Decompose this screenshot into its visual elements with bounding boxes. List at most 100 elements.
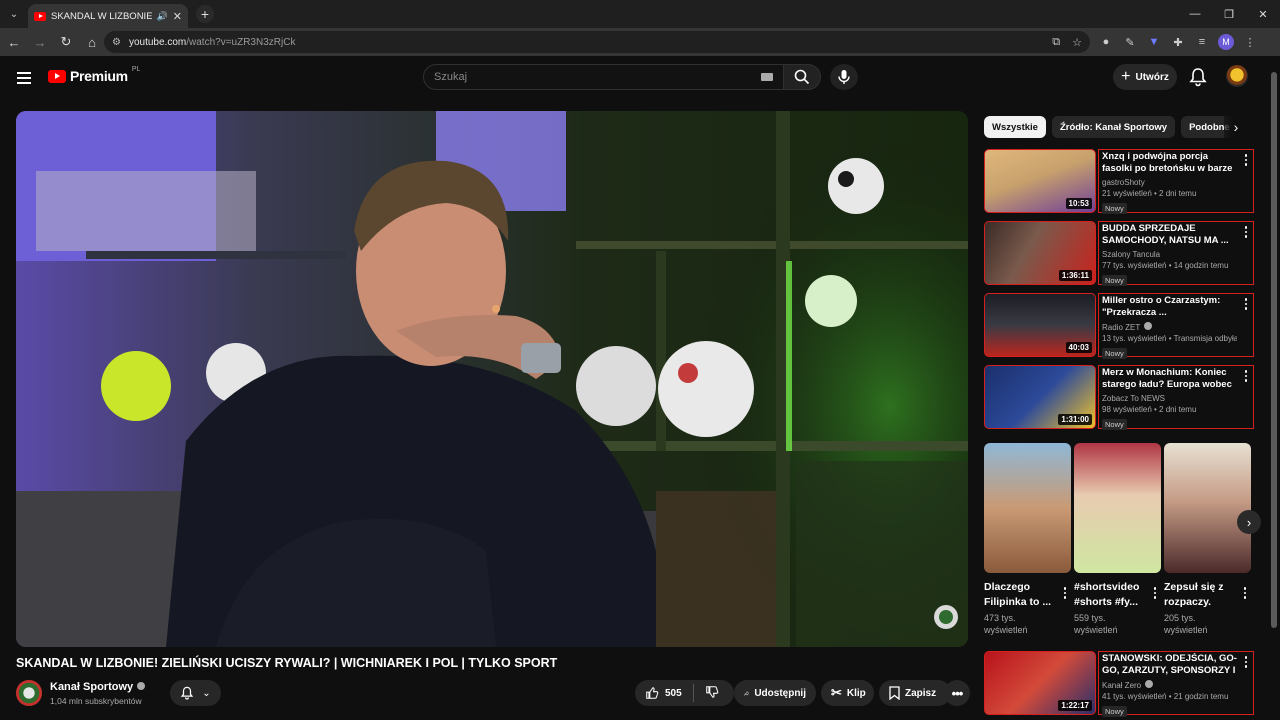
- page-scrollbar[interactable]: [1268, 56, 1280, 720]
- bookmark-icon: [889, 686, 900, 700]
- more-options-icon[interactable]: [1241, 586, 1249, 600]
- back-button[interactable]: ←: [2, 30, 26, 54]
- youtube-logo[interactable]: Premium PL: [48, 66, 140, 84]
- new-tab-button[interactable]: +: [196, 5, 214, 23]
- youtube-favicon-icon: [34, 11, 46, 21]
- home-button[interactable]: ⌂: [80, 30, 104, 54]
- dislike-button[interactable]: [705, 685, 719, 702]
- recommendation-title[interactable]: Xnzq i podwójna porcja fasolki po bretoń…: [1102, 151, 1237, 175]
- subscriber-count: 1,04 mln subskrybentów: [50, 696, 142, 706]
- more-options-icon[interactable]: [1242, 297, 1250, 311]
- recommendation-channel[interactable]: Kanał Zero: [1102, 680, 1237, 690]
- minimize-button[interactable]: —: [1178, 0, 1212, 28]
- like-button[interactable]: 505: [645, 686, 682, 700]
- short-title[interactable]: Zepsuł się z rozpaczy.: [1164, 580, 1236, 610]
- share-button[interactable]: Udostępnij: [734, 680, 816, 706]
- audio-playing-icon[interactable]: 🔊: [157, 11, 168, 22]
- recommendation-thumbnail[interactable]: 40:03: [984, 293, 1096, 357]
- recommendation-item[interactable]: 1:31:00 Merz w Monachium: Koniec starego…: [984, 365, 1254, 430]
- short-item[interactable]: Dlaczego Filipinka to ... 473 tys. wyświ…: [984, 443, 1071, 636]
- recommendation-thumbnail[interactable]: 10:53: [984, 149, 1096, 213]
- site-info-icon[interactable]: ⚙: [112, 37, 121, 48]
- more-options-icon[interactable]: [1061, 586, 1069, 600]
- browser-menu-icon[interactable]: ⋮: [1242, 34, 1258, 50]
- search-button[interactable]: [783, 64, 821, 90]
- more-options-icon[interactable]: [1151, 586, 1159, 600]
- more-actions-button[interactable]: •••: [944, 680, 970, 706]
- restore-button[interactable]: ❐: [1212, 0, 1246, 28]
- clip-label: Klip: [846, 687, 866, 699]
- recommendation-thumbnail[interactable]: 1:36:11: [984, 221, 1096, 285]
- notifications-bell-icon[interactable]: [1188, 67, 1208, 87]
- recommendation-item[interactable]: 1:22:17 STANOWSKI: ODEJŚCIA, GO-GO, ZARZ…: [984, 651, 1254, 717]
- recommendation-details: Merz w Monachium: Koniec starego ładu? E…: [1098, 365, 1254, 430]
- open-in-app-icon[interactable]: ⧉: [1052, 36, 1060, 49]
- recommendation-title[interactable]: STANOWSKI: ODEJŚCIA, GO-GO, ZARZUTY, SPO…: [1102, 653, 1237, 677]
- channel-avatar[interactable]: [16, 680, 42, 706]
- short-thumbnail[interactable]: [1074, 443, 1161, 573]
- recommendation-details: Miller ostro o Czarzastym: "Przekracza .…: [1098, 293, 1254, 359]
- tab-close-icon[interactable]: ✕: [173, 10, 182, 23]
- save-button[interactable]: Zapisz: [879, 680, 951, 706]
- short-item[interactable]: Zepsuł się z rozpaczy. 205 tys. wyświetl…: [1164, 443, 1251, 636]
- recommendation-title[interactable]: Merz w Monachium: Koniec starego ładu? E…: [1102, 367, 1237, 391]
- chevron-down-icon: ⌄: [202, 687, 211, 699]
- recommendation-item[interactable]: 40:03 Miller ostro o Czarzastym: "Przekr…: [984, 293, 1254, 359]
- chips-next-arrow-icon[interactable]: ›: [1224, 116, 1248, 138]
- keyboard-icon[interactable]: [761, 73, 773, 81]
- like-count: 505: [665, 687, 682, 699]
- recommendation-channel[interactable]: gastroShoty: [1102, 178, 1237, 187]
- extensions-area: ● ✎ ▼ ✚ ≡ M ⋮: [1098, 30, 1258, 54]
- short-views: 205 tys. wyświetleń: [1164, 613, 1208, 635]
- short-thumbnail[interactable]: [984, 443, 1071, 573]
- chip-all[interactable]: Wszystkie: [984, 116, 1046, 138]
- recommendation-thumbnail[interactable]: 1:31:00: [984, 365, 1096, 429]
- recommendation-title[interactable]: BUDDA SPRZEDAJE SAMOCHODY, NATSU MA ...: [1102, 223, 1237, 247]
- profile-avatar[interactable]: M: [1218, 34, 1234, 50]
- menu-icon[interactable]: [14, 68, 34, 88]
- scrollbar-thumb[interactable]: [1271, 72, 1277, 628]
- video-player[interactable]: [16, 111, 968, 647]
- search-input[interactable]: Szukaj: [423, 64, 784, 90]
- bookmark-star-icon[interactable]: ☆: [1072, 36, 1082, 49]
- more-options-icon[interactable]: [1242, 225, 1250, 239]
- close-window-button[interactable]: ✕: [1246, 0, 1280, 28]
- extension-3-icon[interactable]: ▼: [1146, 34, 1162, 50]
- short-title[interactable]: Dlaczego Filipinka to ...: [984, 580, 1056, 610]
- reload-button[interactable]: ↻: [54, 30, 78, 54]
- shorts-next-arrow-icon[interactable]: ›: [1237, 510, 1261, 534]
- chip-from-channel[interactable]: Źródło: Kanał Sportowy: [1051, 116, 1176, 138]
- address-bar[interactable]: ⚙ youtube.com/watch?v=uZR3N3zRjCk ⧉ ☆: [104, 31, 1090, 53]
- video-title: SKANDAL W LIZBONIE! ZIELIŃSKI UCISZY RYW…: [16, 656, 558, 670]
- recommendation-thumbnail[interactable]: 1:22:17: [984, 651, 1096, 715]
- more-horizontal-icon: •••: [951, 685, 964, 701]
- recommendation-title[interactable]: Miller ostro o Czarzastym: "Przekracza .…: [1102, 295, 1237, 319]
- share-icon: [744, 690, 750, 696]
- voice-search-button[interactable]: [830, 64, 858, 90]
- tab-search-chevron-icon[interactable]: ⌄: [0, 0, 28, 28]
- extensions-puzzle-icon[interactable]: ✚: [1170, 34, 1186, 50]
- extension-1-icon[interactable]: ●: [1098, 34, 1114, 50]
- more-options-icon[interactable]: [1242, 153, 1250, 167]
- recommendation-item[interactable]: 10:53 Xnzq i podwójna porcja fasolki po …: [984, 149, 1254, 214]
- short-thumbnail[interactable]: [1164, 443, 1251, 573]
- recommendation-channel[interactable]: Szalony Tancula: [1102, 250, 1237, 259]
- channel-name[interactable]: Kanał Sportowy: [50, 681, 146, 693]
- thumbs-down-icon: [705, 685, 719, 698]
- subscription-notifications-button[interactable]: ⌄: [170, 680, 221, 706]
- recommendation-channel[interactable]: Zobacz To NEWS: [1102, 394, 1237, 403]
- more-options-icon[interactable]: [1242, 655, 1250, 669]
- recommendation-channel[interactable]: Radio ZET: [1102, 322, 1237, 332]
- browser-tab[interactable]: SKANDAL W LIZBONIE! ZIELIŃSKI UCISZY RYW…: [28, 4, 188, 28]
- short-item[interactable]: #shortsvideo #shorts #fy... 559 tys. wyś…: [1074, 443, 1161, 636]
- account-avatar[interactable]: [1226, 65, 1248, 87]
- clip-button[interactable]: ✂ Klip: [821, 680, 874, 706]
- forward-button[interactable]: →: [28, 30, 52, 54]
- extension-2-icon[interactable]: ✎: [1122, 34, 1138, 50]
- recommendation-item[interactable]: 1:36:11 BUDDA SPRZEDAJE SAMOCHODY, NATSU…: [984, 221, 1254, 286]
- video-duration: 10:53: [1065, 198, 1092, 209]
- short-title[interactable]: #shortsvideo #shorts #fy...: [1074, 580, 1146, 610]
- media-control-icon[interactable]: ≡: [1194, 34, 1210, 50]
- more-options-icon[interactable]: [1242, 369, 1250, 383]
- create-button[interactable]: + Utwórz: [1113, 64, 1177, 90]
